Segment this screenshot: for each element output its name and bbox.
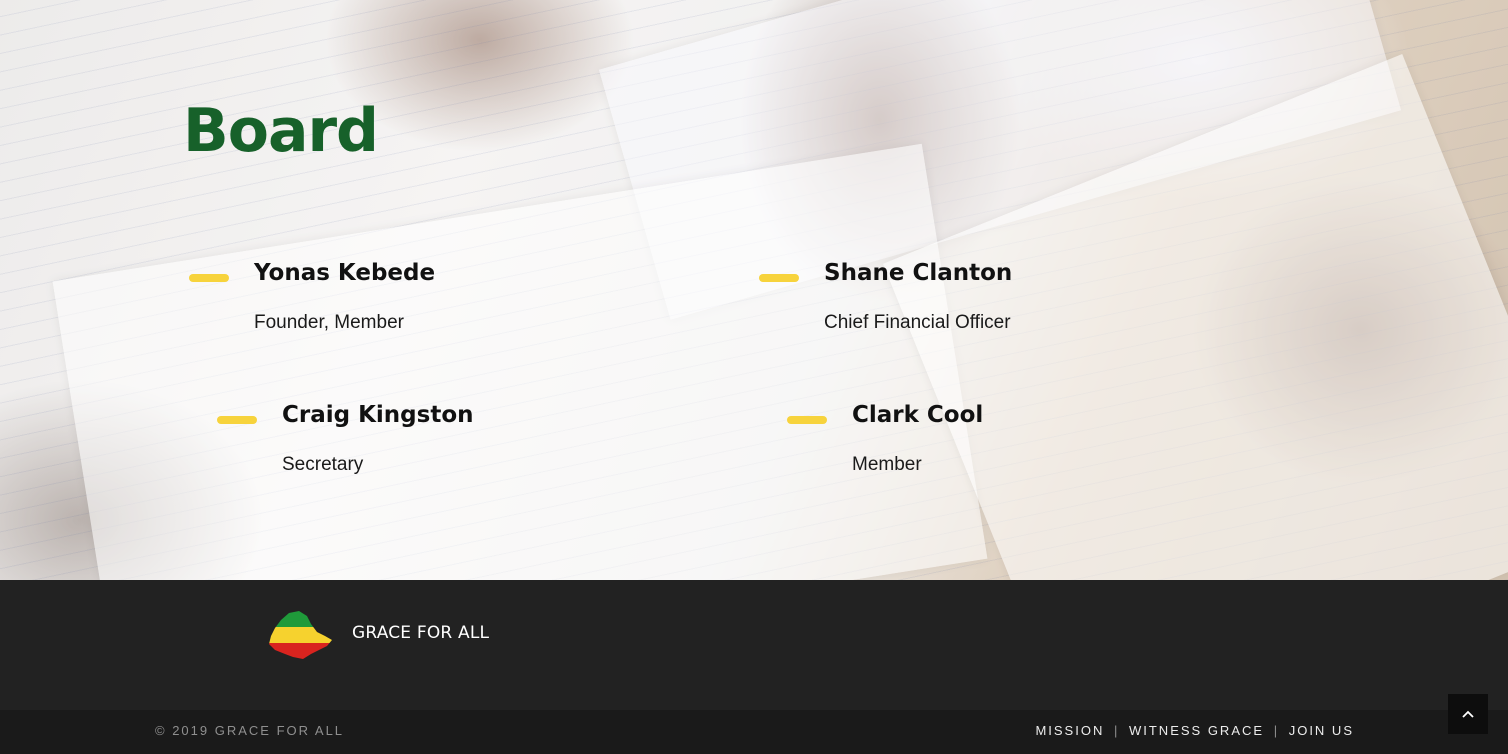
footer-main: GRACE FOR ALL — [0, 580, 1508, 710]
footer-link-mission[interactable]: MISSION — [1035, 723, 1104, 738]
board-title: Board — [183, 96, 379, 166]
board-section: Board Yonas Kebede Founder, Member Shane… — [0, 0, 1508, 580]
footer-link-join-us[interactable]: JOIN US — [1289, 723, 1354, 738]
accent-dash — [189, 274, 229, 282]
member-name: Shane Clanton — [824, 260, 1013, 286]
member-role: Chief Financial Officer — [824, 312, 1011, 333]
member-name: Craig Kingston — [282, 402, 474, 428]
accent-dash — [217, 416, 257, 424]
member-role: Secretary — [282, 454, 364, 475]
member-role: Member — [852, 454, 922, 475]
copyright-text: © 2019 GRACE FOR ALL — [155, 723, 345, 738]
member-name: Yonas Kebede — [254, 260, 436, 286]
scroll-to-top-button[interactable] — [1448, 694, 1488, 734]
accent-dash — [787, 416, 827, 424]
footer-link-witness-grace[interactable]: WITNESS GRACE — [1129, 723, 1264, 738]
background-overlay — [0, 0, 1508, 580]
footer-nav: MISSION | WITNESS GRACE | JOIN US — [1035, 723, 1354, 738]
chevron-up-icon — [1462, 710, 1474, 718]
footer-bottom-bar: © 2019 GRACE FOR ALL MISSION | WITNESS G… — [0, 710, 1508, 754]
nav-separator: | — [1273, 723, 1280, 738]
member-role: Founder, Member — [254, 312, 404, 333]
accent-dash — [759, 274, 799, 282]
brand-name[interactable]: GRACE FOR ALL — [352, 623, 489, 643]
nav-separator: | — [1113, 723, 1120, 738]
ethiopia-map-logo-icon[interactable] — [267, 610, 333, 660]
member-name: Clark Cool — [852, 402, 984, 428]
